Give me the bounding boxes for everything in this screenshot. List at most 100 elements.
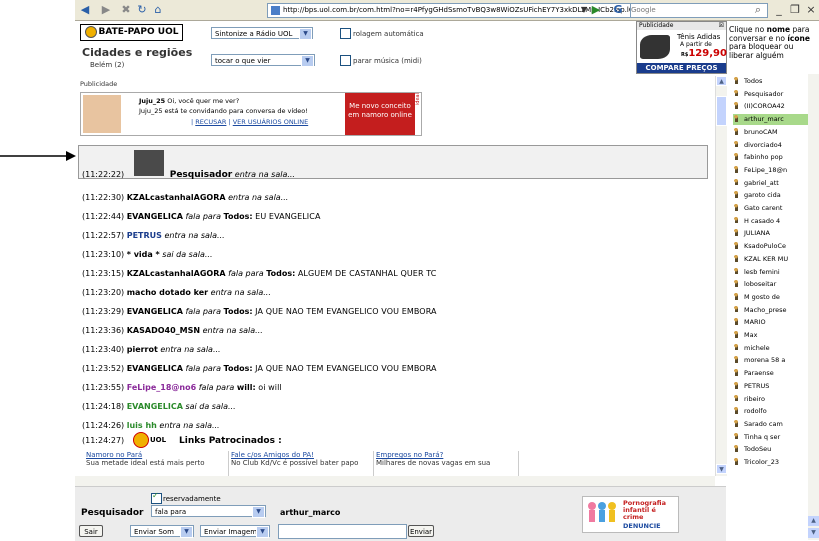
close-icon[interactable]: × [804, 3, 818, 16]
user-name[interactable]: H casado 4 [744, 217, 780, 225]
user-block-icon[interactable] [733, 292, 739, 301]
radio-select[interactable]: Sintonize a Rádio UOL ▼ [211, 27, 313, 40]
user-name[interactable]: garoto cida [744, 191, 781, 199]
user-list-item[interactable]: Max [733, 330, 808, 341]
message-target[interactable]: Todos: [224, 212, 253, 221]
scroll-up-icon[interactable]: ▲ [808, 516, 819, 526]
user-list-item[interactable]: Gato carent [733, 203, 808, 214]
forward-icon[interactable]: ▶ [99, 3, 113, 16]
user-list-item[interactable]: JULIANA [733, 228, 808, 239]
ad-promo[interactable]: Me novo conceito em namoro online [345, 93, 415, 135]
chat-horizontal-scrollbar[interactable] [75, 476, 715, 486]
message-nick[interactable]: EVANGELICA [127, 402, 183, 411]
sponsored-link[interactable]: Namoro no Pará Sua metade ideal está mais… [86, 451, 229, 477]
user-list-item[interactable]: lesb femini [733, 267, 808, 278]
user-name[interactable]: Pesquisador [744, 90, 783, 98]
bate-papo-logo[interactable]: BATE-PAPO UOL [80, 24, 183, 41]
user-block-icon[interactable] [733, 369, 739, 378]
user-list-item[interactable]: PETRUS [733, 381, 808, 392]
user-list-item[interactable]: Tricolor_23 [733, 457, 808, 468]
auto-scroll-checkbox[interactable] [340, 28, 351, 39]
user-block-icon[interactable] [733, 381, 739, 390]
user-block-icon[interactable] [733, 191, 739, 200]
message-target[interactable]: Todos: [224, 364, 253, 373]
user-block-icon[interactable] [733, 419, 739, 428]
sponsored-link[interactable]: Empregos no Pará? Milhares de novas vagas… [376, 451, 519, 477]
user-name[interactable]: FeLipe_18@n [744, 166, 787, 174]
message-nick[interactable]: macho dotado ker [127, 288, 208, 297]
user-name[interactable]: fabinho pop [744, 153, 783, 161]
message-nick[interactable]: KZALcastanhalAGORA [127, 269, 226, 278]
refresh-icon[interactable]: ↻ [135, 3, 149, 16]
message-nick[interactable]: EVANGELICA [127, 307, 183, 316]
user-name[interactable]: M gosto de [744, 293, 780, 301]
home-icon[interactable]: ⌂ [151, 3, 165, 16]
user-block-icon[interactable] [733, 356, 739, 365]
video-chat-ad[interactable]: Juju_25 Oi, você quer me ver? Juju_25 es… [80, 92, 422, 136]
message-nick[interactable]: EVANGELICA [127, 212, 183, 221]
user-block-icon[interactable] [733, 445, 739, 454]
send-button[interactable]: Enviar [408, 525, 434, 537]
user-block-icon[interactable] [733, 140, 739, 149]
google-g-icon[interactable]: G [611, 3, 625, 16]
user-list-item[interactable]: fabinho pop [733, 152, 808, 163]
denounce-banner[interactable]: Pornografia infantil é crime DENUNCIE [582, 496, 679, 533]
user-list-item[interactable]: brunoCAM [733, 127, 808, 138]
user-block-icon[interactable] [733, 89, 739, 98]
user-list-item[interactable]: arthur_marc [733, 114, 808, 126]
user-list-item[interactable]: MARIO [733, 317, 808, 328]
message-target[interactable]: Todos: [266, 269, 295, 278]
user-name[interactable]: rodolfo [744, 407, 767, 415]
user-list-item[interactable]: Macho_prese [733, 305, 808, 316]
compare-prices-button[interactable]: COMPARE PREÇOS [637, 63, 726, 73]
user-name[interactable]: Todos [744, 77, 762, 85]
user-list-item[interactable]: michele [733, 343, 808, 354]
user-name[interactable]: ribeiro [744, 395, 765, 403]
user-block-icon[interactable] [733, 407, 739, 416]
user-name[interactable]: Sarado cam [744, 420, 783, 428]
user-list-item[interactable]: Paraense [733, 368, 808, 379]
message-nick[interactable]: Pesquisador [170, 170, 233, 180]
message-target[interactable]: Todos: [224, 307, 253, 316]
user-block-icon[interactable] [733, 267, 739, 276]
denounce-cta[interactable]: DENUNCIE [623, 522, 661, 530]
user-list-item[interactable]: Pesquisador [733, 89, 808, 100]
message-nick[interactable]: FeLipe_18@no6 [127, 383, 196, 392]
user-block-icon[interactable] [733, 178, 739, 187]
user-block-icon[interactable] [733, 204, 739, 212]
scroll-down-icon[interactable]: ▼ [808, 528, 819, 538]
exit-button[interactable]: Sair [79, 525, 103, 537]
ad-close-icon[interactable]: ☒ [719, 22, 724, 29]
user-name[interactable]: Max [744, 331, 757, 339]
user-block-icon[interactable] [733, 77, 739, 85]
user-name[interactable]: Macho_prese [744, 306, 787, 314]
user-list-item[interactable]: divorciado4 [733, 140, 808, 151]
user-name[interactable]: KZAL KER MU [744, 255, 788, 263]
search-magnifier-icon[interactable]: ⌕ [751, 3, 765, 16]
scroll-down-icon[interactable]: ▼ [716, 464, 727, 474]
user-block-icon[interactable] [733, 331, 739, 339]
user-name[interactable]: Tricolor_23 [744, 458, 779, 466]
user-list-item[interactable]: M gosto de [733, 292, 808, 303]
reserved-checkbox[interactable]: ✓ [151, 491, 162, 504]
user-block-icon[interactable] [733, 127, 739, 136]
link-head[interactable]: Empregos no Pará? [376, 451, 518, 459]
user-name[interactable]: gabriel_att [744, 179, 779, 187]
user-name[interactable]: Paraense [744, 369, 774, 377]
user-list-item[interactable]: FeLipe_18@n [733, 165, 808, 176]
user-list-item[interactable]: (II)COROA42 [733, 101, 808, 112]
user-name[interactable]: lesb femini [744, 268, 780, 276]
adidas-ad[interactable]: Publicidade ☒ Tênis Adidas A partir de R… [636, 21, 727, 74]
ambient-select[interactable]: tocar o que vier ▼ [211, 54, 315, 67]
user-name[interactable]: divorciado4 [744, 141, 782, 149]
user-block-icon[interactable] [733, 343, 739, 352]
chat-vertical-scrollbar[interactable]: ▲ ▼ [715, 76, 727, 476]
restore-icon[interactable]: ❐ [788, 3, 802, 16]
user-name[interactable]: morena 58 a [744, 356, 785, 364]
message-nick[interactable]: KZALcastanhalAGORA [127, 193, 226, 202]
user-list-item[interactable]: Todos [733, 76, 808, 87]
user-name[interactable]: KsadoPuloCe [744, 242, 786, 250]
user-block-icon[interactable] [733, 280, 739, 289]
scroll-thumb[interactable] [716, 96, 727, 126]
message-nick[interactable]: PETRUS [127, 231, 162, 240]
